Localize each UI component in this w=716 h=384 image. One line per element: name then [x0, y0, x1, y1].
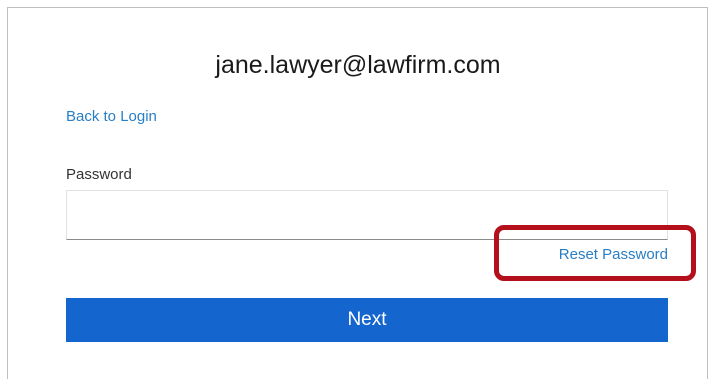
reset-password-highlight	[494, 225, 696, 281]
password-label: Password	[66, 166, 132, 183]
account-email-heading: jane.lawyer@lawfirm.com	[215, 51, 501, 79]
next-button[interactable]: Next	[66, 298, 668, 342]
back-to-login-link[interactable]: Back to Login	[66, 108, 157, 126]
